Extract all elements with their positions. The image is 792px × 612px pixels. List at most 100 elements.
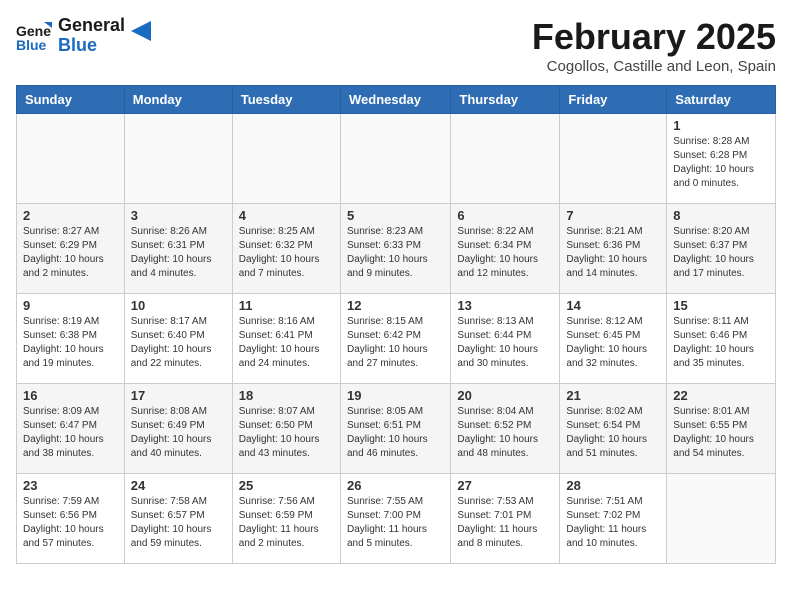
day-info: Sunrise: 8:20 AM Sunset: 6:37 PM Dayligh…: [673, 225, 769, 281]
day-number: 14: [566, 298, 660, 313]
day-info: Sunrise: 8:26 AM Sunset: 6:31 PM Dayligh…: [131, 225, 226, 281]
day-info: Sunrise: 8:27 AM Sunset: 6:29 PM Dayligh…: [23, 225, 118, 281]
day-number: 18: [239, 388, 334, 403]
day-number: 5: [347, 208, 444, 223]
calendar-cell: 9Sunrise: 8:19 AM Sunset: 6:38 PM Daylig…: [17, 294, 125, 384]
day-number: 13: [457, 298, 553, 313]
logo: General Blue General Blue: [16, 16, 151, 56]
calendar-cell: 13 Sunrise: 8:13 AM Sunset: 6:44 PM Dayli…: [451, 294, 560, 384]
calendar-cell: [560, 114, 667, 204]
calendar-cell: 5 Sunrise: 8:23 AM Sunset: 6:33 PM Daylig…: [340, 204, 450, 294]
day-info: Sunrise: 8:17 AM Sunset: 6:40 PM Dayligh…: [131, 315, 226, 371]
calendar-cell: 27 Sunrise: 7:53 AM Sunset: 7:01 PM Dayli…: [451, 474, 560, 564]
day-number: 25: [239, 478, 334, 493]
calendar-week-row: 1Sunrise: 8:28 AM Sunset: 6:28 PM Daylig…: [17, 114, 776, 204]
calendar-cell: 20Sunrise: 8:04 AM Sunset: 6:52 PM Dayli…: [451, 384, 560, 474]
logo-wing-icon: [131, 17, 151, 45]
weekday-header-wednesday: Wednesday: [340, 86, 450, 114]
day-number: 8: [673, 208, 769, 223]
calendar-cell: 16 Sunrise: 8:09 AM Sunset: 6:47 PM Dayli…: [17, 384, 125, 474]
day-info: Sunrise: 8:11 AM Sunset: 6:46 PM Dayligh…: [673, 315, 769, 371]
calendar-cell: 7 Sunrise: 8:21 AM Sunset: 6:36 PM Daylig…: [560, 204, 667, 294]
header: General Blue General Blue February 2025 …: [16, 16, 776, 75]
weekday-header-tuesday: Tuesday: [232, 86, 340, 114]
calendar-cell: [667, 474, 776, 564]
day-info: Sunrise: 7:55 AM Sunset: 7:00 PM Dayligh…: [347, 495, 444, 551]
calendar-cell: 25 Sunrise: 7:56 AM Sunset: 6:59 PM Dayli…: [232, 474, 340, 564]
day-info: Sunrise: 8:04 AM Sunset: 6:52 PM Dayligh…: [457, 405, 553, 461]
calendar-cell: 28 Sunrise: 7:51 AM Sunset: 7:02 PM Dayli…: [560, 474, 667, 564]
day-info: Sunrise: 8:09 AM Sunset: 6:47 PM Dayligh…: [23, 405, 118, 461]
calendar-subtitle: Cogollos, Castille and Leon, Spain: [532, 58, 776, 75]
day-info: Sunrise: 7:51 AM Sunset: 7:02 PM Dayligh…: [566, 495, 660, 551]
day-number: 12: [347, 298, 444, 313]
day-number: 7: [566, 208, 660, 223]
calendar-cell: 4 Sunrise: 8:25 AM Sunset: 6:32 PM Daylig…: [232, 204, 340, 294]
weekday-header-thursday: Thursday: [451, 86, 560, 114]
day-number: 4: [239, 208, 334, 223]
day-number: 23: [23, 478, 118, 493]
weekday-header-friday: Friday: [560, 86, 667, 114]
day-number: 15: [673, 298, 769, 313]
svg-text:Blue: Blue: [16, 37, 47, 53]
calendar-title: February 2025: [532, 16, 776, 58]
day-info: Sunrise: 8:21 AM Sunset: 6:36 PM Dayligh…: [566, 225, 660, 281]
day-info: Sunrise: 8:23 AM Sunset: 6:33 PM Dayligh…: [347, 225, 444, 281]
day-number: 6: [457, 208, 553, 223]
day-info: Sunrise: 8:15 AM Sunset: 6:42 PM Dayligh…: [347, 315, 444, 371]
weekday-header-saturday: Saturday: [667, 86, 776, 114]
day-number: 3: [131, 208, 226, 223]
day-number: 9: [23, 298, 118, 313]
day-info: Sunrise: 8:25 AM Sunset: 6:32 PM Dayligh…: [239, 225, 334, 281]
calendar-cell: 15 Sunrise: 8:11 AM Sunset: 6:46 PM Dayli…: [667, 294, 776, 384]
calendar-cell: 6Sunrise: 8:22 AM Sunset: 6:34 PM Daylig…: [451, 204, 560, 294]
day-info: Sunrise: 7:58 AM Sunset: 6:57 PM Dayligh…: [131, 495, 226, 551]
calendar-cell: 11 Sunrise: 8:16 AM Sunset: 6:41 PM Dayli…: [232, 294, 340, 384]
calendar-cell: 10Sunrise: 8:17 AM Sunset: 6:40 PM Dayli…: [124, 294, 232, 384]
logo-blue: Blue: [58, 36, 125, 56]
calendar-cell: 18 Sunrise: 8:07 AM Sunset: 6:50 PM Dayli…: [232, 384, 340, 474]
calendar-week-row: 23 Sunrise: 7:59 AM Sunset: 6:56 PM Dayli…: [17, 474, 776, 564]
calendar-week-row: 2Sunrise: 8:27 AM Sunset: 6:29 PM Daylig…: [17, 204, 776, 294]
day-number: 24: [131, 478, 226, 493]
logo-icon: General Blue: [16, 18, 52, 54]
calendar-week-row: 9Sunrise: 8:19 AM Sunset: 6:38 PM Daylig…: [17, 294, 776, 384]
calendar-cell: 24 Sunrise: 7:58 AM Sunset: 6:57 PM Dayli…: [124, 474, 232, 564]
day-number: 17: [131, 388, 226, 403]
calendar-cell: 14 Sunrise: 8:12 AM Sunset: 6:45 PM Dayli…: [560, 294, 667, 384]
day-number: 27: [457, 478, 553, 493]
day-number: 11: [239, 298, 334, 313]
day-info: Sunrise: 8:07 AM Sunset: 6:50 PM Dayligh…: [239, 405, 334, 461]
day-info: Sunrise: 8:01 AM Sunset: 6:55 PM Dayligh…: [673, 405, 769, 461]
weekday-header-row: SundayMondayTuesdayWednesdayThursdayFrid…: [17, 86, 776, 114]
calendar-cell: [451, 114, 560, 204]
calendar-cell: [232, 114, 340, 204]
calendar-cell: 23 Sunrise: 7:59 AM Sunset: 6:56 PM Dayli…: [17, 474, 125, 564]
calendar-cell: 19Sunrise: 8:05 AM Sunset: 6:51 PM Dayli…: [340, 384, 450, 474]
calendar-cell: [17, 114, 125, 204]
day-info: Sunrise: 7:53 AM Sunset: 7:01 PM Dayligh…: [457, 495, 553, 551]
day-number: 16: [23, 388, 118, 403]
calendar-week-row: 16 Sunrise: 8:09 AM Sunset: 6:47 PM Dayli…: [17, 384, 776, 474]
day-number: 1: [673, 118, 769, 133]
calendar-cell: 1Sunrise: 8:28 AM Sunset: 6:28 PM Daylig…: [667, 114, 776, 204]
day-info: Sunrise: 7:59 AM Sunset: 6:56 PM Dayligh…: [23, 495, 118, 551]
day-info: Sunrise: 8:12 AM Sunset: 6:45 PM Dayligh…: [566, 315, 660, 371]
weekday-header-monday: Monday: [124, 86, 232, 114]
title-area: February 2025 Cogollos, Castille and Leo…: [532, 16, 776, 75]
day-number: 28: [566, 478, 660, 493]
calendar-cell: 26 Sunrise: 7:55 AM Sunset: 7:00 PM Dayli…: [340, 474, 450, 564]
calendar-cell: [340, 114, 450, 204]
day-info: Sunrise: 8:16 AM Sunset: 6:41 PM Dayligh…: [239, 315, 334, 371]
logo-general: General: [58, 16, 125, 36]
day-number: 21: [566, 388, 660, 403]
calendar-cell: [124, 114, 232, 204]
day-info: Sunrise: 8:08 AM Sunset: 6:49 PM Dayligh…: [131, 405, 226, 461]
day-number: 26: [347, 478, 444, 493]
calendar-cell: 17 Sunrise: 8:08 AM Sunset: 6:49 PM Dayli…: [124, 384, 232, 474]
day-number: 22: [673, 388, 769, 403]
day-info: Sunrise: 8:13 AM Sunset: 6:44 PM Dayligh…: [457, 315, 553, 371]
calendar-cell: 8 Sunrise: 8:20 AM Sunset: 6:37 PM Daylig…: [667, 204, 776, 294]
day-info: Sunrise: 7:56 AM Sunset: 6:59 PM Dayligh…: [239, 495, 334, 551]
day-info: Sunrise: 8:02 AM Sunset: 6:54 PM Dayligh…: [566, 405, 660, 461]
